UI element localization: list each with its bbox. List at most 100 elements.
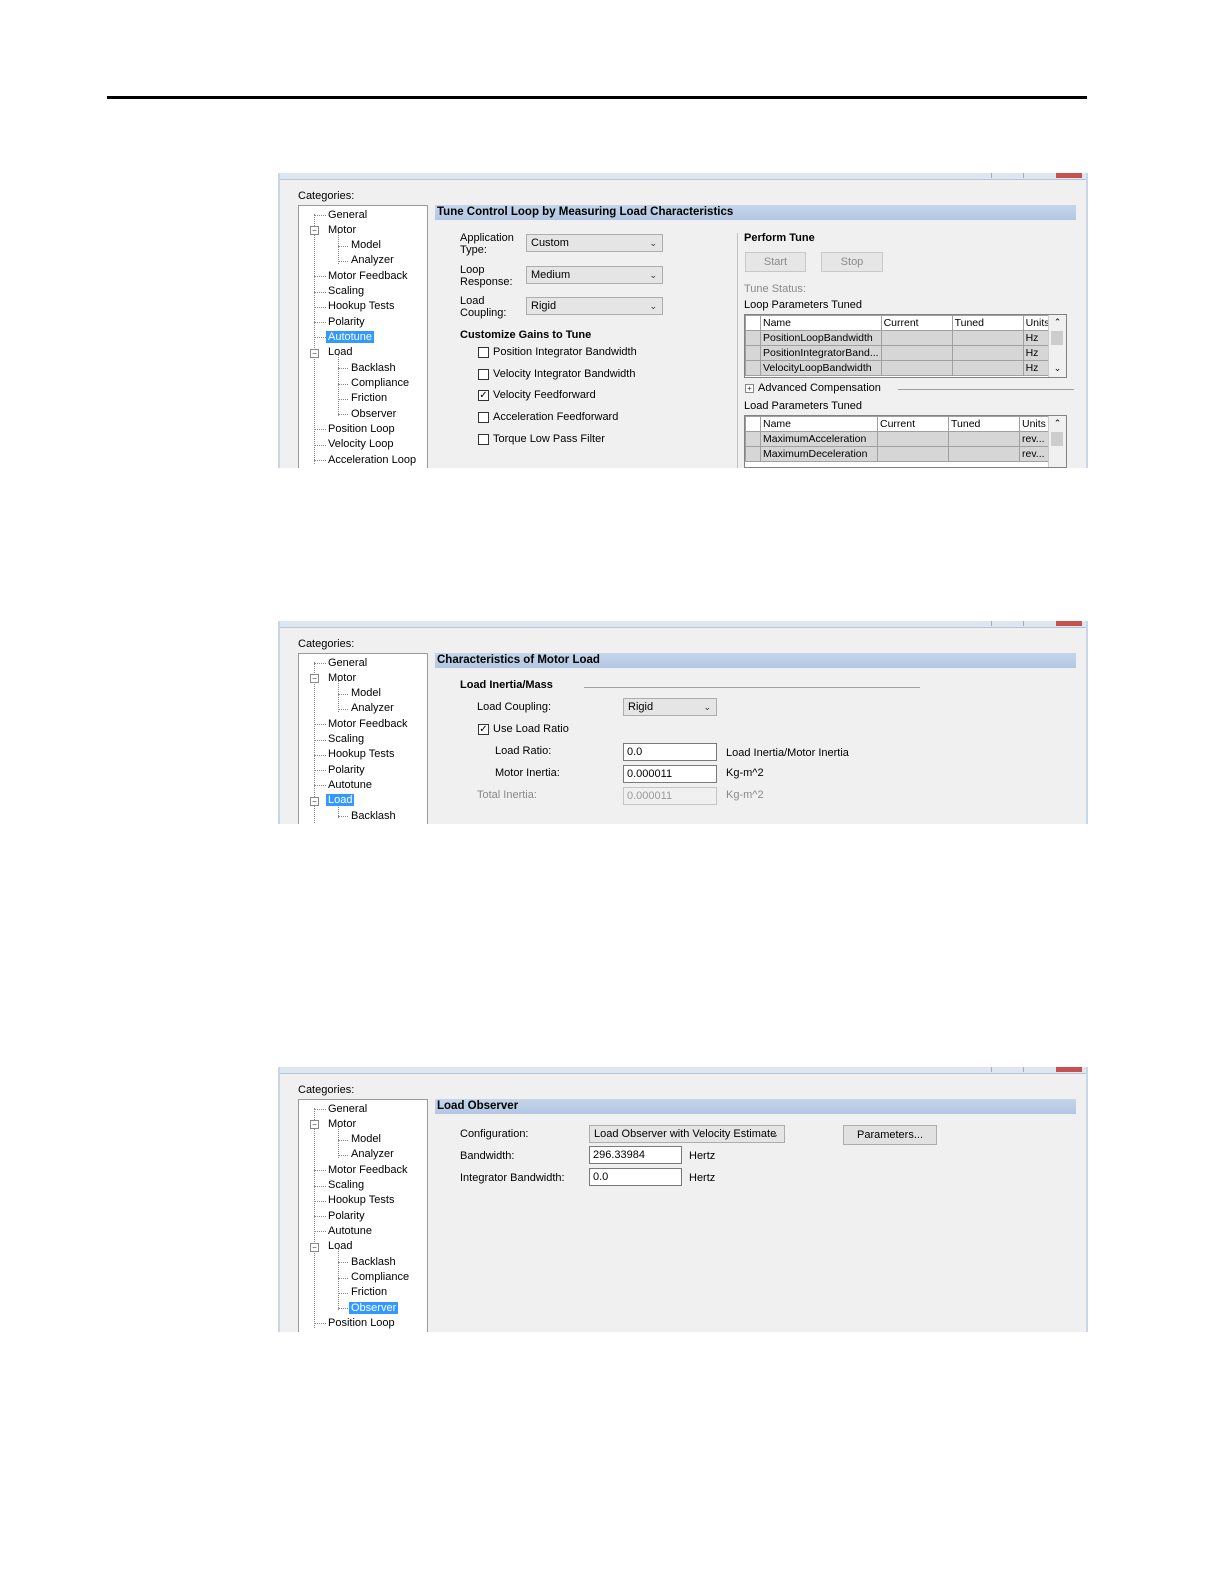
tree-item-analyzer[interactable]: Analyzer	[349, 1147, 396, 1162]
loop-response-select[interactable]: Medium ⌄	[526, 266, 663, 284]
tree-item-motor-feedback[interactable]: Motor Feedback	[326, 717, 409, 732]
table-row[interactable]: VelocityLoopBandwidth Hz	[745, 360, 1067, 376]
close-button[interactable]	[1056, 173, 1082, 178]
collapse-icon[interactable]: −	[310, 1243, 319, 1252]
application-type-select[interactable]: Custom ⌄	[526, 234, 663, 252]
close-button[interactable]	[1056, 1067, 1082, 1072]
vertical-scrollbar[interactable]: ⌃	[1048, 416, 1066, 467]
tree-item-analyzer[interactable]: Analyzer	[349, 253, 396, 268]
tree-item-velocity-loop[interactable]: Velocity Loop	[326, 437, 395, 452]
minimize-button[interactable]	[991, 621, 1018, 626]
tree-item-polarity[interactable]: Polarity	[326, 763, 367, 778]
load-parameters-grid[interactable]: Name Current Tuned Units MaximumAccelera…	[744, 415, 1067, 468]
tree-item-observer[interactable]: Observer	[349, 1301, 399, 1316]
position-integrator-checkbox[interactable]	[478, 347, 489, 358]
tree-item-polarity[interactable]: Polarity	[326, 1209, 367, 1224]
collapse-icon[interactable]: −	[310, 226, 319, 235]
tree-item-autotune[interactable]: Autotune	[326, 1224, 374, 1239]
tree-item-analyzer[interactable]: Analyzer	[349, 701, 396, 716]
collapse-icon[interactable]: −	[310, 674, 319, 683]
table-row[interactable]: PositionIntegratorBand... Hz	[745, 345, 1067, 361]
close-button[interactable]	[1056, 621, 1082, 626]
tree-item-hookup-tests[interactable]: Hookup Tests	[326, 747, 396, 762]
table-row[interactable]: MaximumDeceleration rev...	[745, 446, 1066, 462]
maximize-button[interactable]	[1023, 621, 1050, 626]
tree-item-scaling[interactable]: Scaling	[326, 1178, 366, 1193]
tree-item-motor[interactable]: Motor	[326, 223, 358, 238]
tree-item-position-loop[interactable]: Position Loop	[326, 422, 397, 437]
scroll-up-icon[interactable]: ⌃	[1049, 418, 1066, 429]
tree-item-motor-feedback[interactable]: Motor Feedback	[326, 269, 409, 284]
scroll-up-icon[interactable]: ⌃	[1049, 317, 1066, 328]
tree-item-backlash[interactable]: Backlash	[349, 809, 398, 824]
chevron-down-icon: ⌄	[703, 702, 711, 712]
tree-item-motor[interactable]: Motor	[326, 1117, 358, 1132]
tree-item-general[interactable]: General	[326, 1102, 369, 1117]
tree-item-observer[interactable]: Observer	[349, 407, 398, 422]
tree-item-backlash[interactable]: Backlash	[349, 361, 398, 376]
torque-low-pass-checkbox[interactable]	[478, 434, 489, 445]
minimize-button[interactable]	[991, 1067, 1018, 1072]
column-header-name[interactable]: Name	[760, 416, 878, 432]
tree-item-compliance[interactable]: Compliance	[349, 376, 411, 391]
table-row[interactable]: MaximumAcceleration rev...	[745, 431, 1066, 447]
categories-tree[interactable]: − − General Motor Model Analyzer Motor F…	[298, 1099, 428, 1332]
column-header-name[interactable]: Name	[760, 315, 882, 331]
column-header-tuned[interactable]: Tuned	[948, 416, 1020, 432]
acceleration-feedforward-checkbox[interactable]	[478, 412, 489, 423]
categories-tree[interactable]: − − General Motor Model Analyzer Motor F…	[298, 653, 428, 824]
load-coupling-select[interactable]: Rigid ⌄	[623, 698, 717, 716]
tree-item-autotune[interactable]: Autotune	[326, 778, 374, 793]
integrator-bandwidth-field[interactable]: 0.0	[589, 1168, 682, 1186]
use-load-ratio-checkbox[interactable]: ✓	[478, 724, 489, 735]
collapse-icon[interactable]: −	[310, 1120, 319, 1129]
tree-item-compliance[interactable]: Compliance	[349, 1270, 411, 1285]
tree-item-general[interactable]: General	[326, 656, 369, 671]
load-coupling-select[interactable]: Rigid ⌄	[526, 297, 663, 315]
column-header-current[interactable]: Current	[880, 315, 953, 331]
tree-item-acceleration-loop[interactable]: Acceleration Loop	[326, 453, 418, 468]
velocity-feedforward-checkbox[interactable]: ✓	[478, 390, 489, 401]
tree-item-model[interactable]: Model	[349, 1132, 383, 1147]
collapse-icon[interactable]: −	[310, 349, 319, 358]
column-header-tuned[interactable]: Tuned	[951, 315, 1024, 331]
tree-item-friction[interactable]: Friction	[349, 391, 389, 406]
maximize-button[interactable]	[1023, 1067, 1050, 1072]
loop-parameters-grid[interactable]: Name Current Tuned Units PositionLoopBan…	[744, 314, 1067, 378]
categories-tree[interactable]: − − General Motor Model Analyzer Motor F…	[298, 205, 428, 468]
start-button[interactable]: Start	[745, 252, 806, 272]
tree-item-model[interactable]: Model	[349, 686, 383, 701]
tree-item-model[interactable]: Model	[349, 238, 383, 253]
tree-item-polarity[interactable]: Polarity	[326, 315, 367, 330]
load-ratio-field[interactable]: 0.0	[623, 743, 717, 761]
parameters-button[interactable]: Parameters...	[843, 1125, 937, 1145]
tree-item-load[interactable]: Load	[326, 793, 355, 808]
column-header-current[interactable]: Current	[877, 416, 949, 432]
configuration-select[interactable]: Load Observer with Velocity Estimate ⌄	[589, 1125, 785, 1143]
tree-item-load[interactable]: Load	[326, 1239, 354, 1254]
scroll-down-icon[interactable]: ⌄	[1049, 363, 1066, 374]
maximize-button[interactable]	[1023, 173, 1050, 178]
tree-item-scaling[interactable]: Scaling	[326, 284, 366, 299]
bandwidth-field[interactable]: 296.33984	[589, 1146, 682, 1164]
expand-icon[interactable]: +	[745, 384, 754, 393]
tree-item-scaling[interactable]: Scaling	[326, 732, 366, 747]
motor-inertia-field[interactable]: 0.000011	[623, 765, 717, 783]
tree-item-general[interactable]: General	[326, 208, 369, 223]
collapse-icon[interactable]: −	[310, 797, 319, 806]
advanced-compensation-label[interactable]: Advanced Compensation	[758, 382, 881, 394]
tree-item-hookup-tests[interactable]: Hookup Tests	[326, 1193, 396, 1208]
vertical-scrollbar[interactable]: ⌃ ⌄	[1048, 315, 1066, 377]
minimize-button[interactable]	[991, 173, 1018, 178]
tree-item-autotune[interactable]: Autotune	[326, 330, 375, 345]
tree-item-position-loop[interactable]: Position Loop	[326, 1316, 397, 1331]
tree-item-motor[interactable]: Motor	[326, 671, 358, 686]
tree-item-hookup-tests[interactable]: Hookup Tests	[326, 299, 396, 314]
stop-button[interactable]: Stop	[821, 252, 883, 272]
tree-item-backlash[interactable]: Backlash	[349, 1255, 398, 1270]
tree-item-load[interactable]: Load	[326, 345, 354, 360]
table-row[interactable]: PositionLoopBandwidth Hz	[745, 330, 1067, 346]
tree-item-friction[interactable]: Friction	[349, 1285, 389, 1300]
velocity-integrator-checkbox[interactable]	[478, 369, 489, 380]
tree-item-motor-feedback[interactable]: Motor Feedback	[326, 1163, 409, 1178]
